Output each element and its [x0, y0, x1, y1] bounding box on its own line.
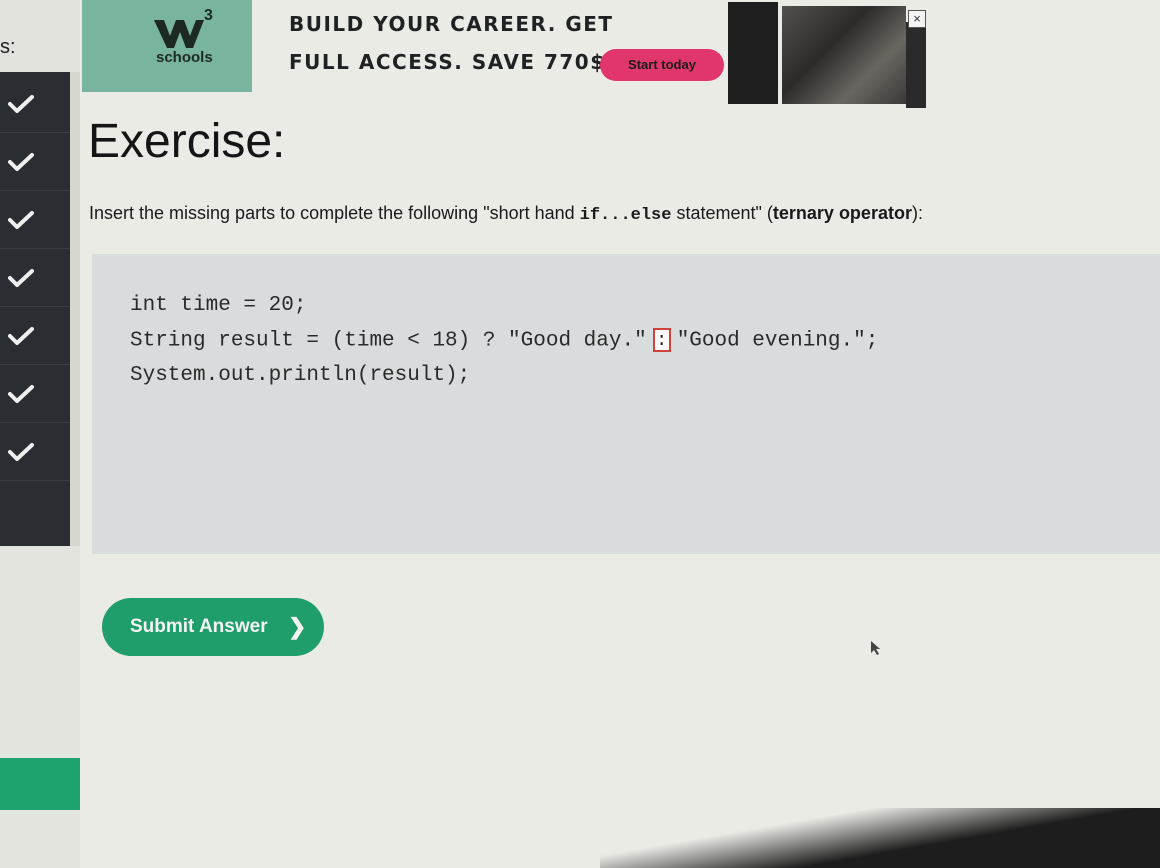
- checkmark-icon: [8, 443, 34, 461]
- ad-headline-1: BUILD YOUR CAREER. GET: [289, 12, 614, 36]
- sidebar-completed-item[interactable]: [0, 308, 70, 365]
- ad-image-left[interactable]: [728, 2, 778, 104]
- ad-logo-text: schools: [156, 49, 213, 66]
- ad-photo[interactable]: [782, 6, 906, 104]
- instructions-prefix: Insert the missing parts to complete the…: [89, 203, 580, 223]
- ad-headline-2: FULL ACCESS. SAVE 770$: [289, 50, 606, 74]
- submit-answer-label: Submit Answer: [130, 616, 268, 637]
- exercise-instructions: Insert the missing parts to complete the…: [89, 203, 923, 225]
- sidebar-active-item[interactable]: [0, 758, 80, 810]
- sidebar-completed-item[interactable]: [0, 250, 70, 307]
- sidebar-lower-panel: [0, 546, 80, 868]
- code-line-2: String result = (time < 18) ? "Good day.…: [130, 328, 878, 353]
- code-line-2-after: "Good evening.";: [676, 329, 879, 353]
- code-line-3: System.out.println(result);: [130, 364, 471, 387]
- code-line-2-before: String result = (time < 18) ? "Good day.…: [130, 329, 647, 353]
- exercise-title: Exercise:: [88, 115, 286, 168]
- w3schools-logo-icon: 3: [154, 7, 213, 48]
- instructions-bold: ternary operator: [772, 203, 912, 223]
- instructions-mid: statement" (: [671, 203, 773, 223]
- chevron-right-icon: ❯: [288, 614, 307, 639]
- screen-bezel: [600, 808, 1160, 868]
- sidebar-completed-item[interactable]: [0, 134, 70, 191]
- checkmark-icon: [8, 327, 34, 345]
- submit-answer-button[interactable]: Submit Answer ❯: [102, 598, 324, 656]
- instructions-suffix: ):: [911, 203, 923, 223]
- sidebar-completed-item[interactable]: [0, 192, 70, 249]
- ad-logo-superscript: 3: [204, 7, 213, 24]
- ad-image-right[interactable]: [906, 22, 926, 108]
- checkmark-icon: [8, 153, 34, 171]
- sidebar-heading-text: s:: [0, 36, 16, 58]
- checkmark-icon: [8, 211, 34, 229]
- sidebar-heading: s:: [0, 0, 80, 72]
- sidebar-completed-item[interactable]: [0, 366, 70, 423]
- code-line-1: int time = 20;: [130, 294, 307, 317]
- checkmark-icon: [8, 95, 34, 113]
- mouse-cursor-icon: [871, 641, 880, 655]
- exercise-sidebar: [0, 72, 70, 546]
- checkmark-icon: [8, 269, 34, 287]
- ad-start-today-button[interactable]: Start today: [600, 49, 724, 81]
- instructions-code: if...else: [579, 206, 672, 225]
- ad-close-icon[interactable]: ×: [908, 10, 926, 28]
- sidebar-completed-item[interactable]: [0, 76, 70, 133]
- answer-input[interactable]: :: [652, 328, 671, 352]
- checkmark-icon: [8, 385, 34, 403]
- sidebar-completed-item[interactable]: [0, 424, 70, 481]
